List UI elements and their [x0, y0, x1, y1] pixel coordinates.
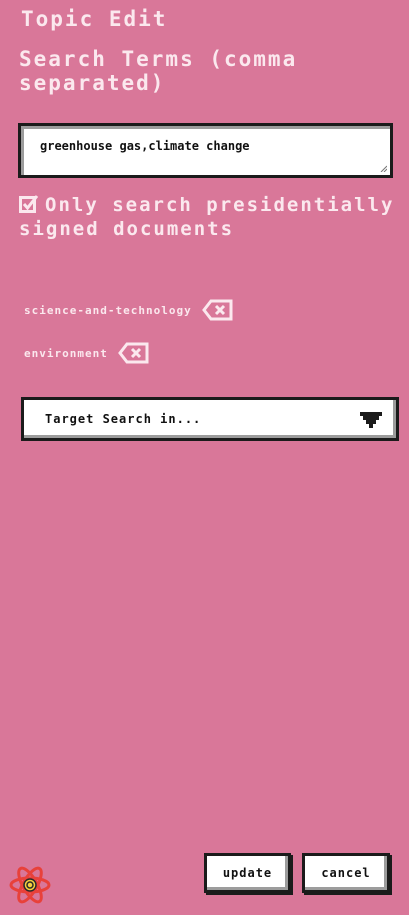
tag-environment: environment: [24, 340, 150, 366]
search-terms-label: Search Terms (comma separated): [19, 47, 298, 95]
target-search-select[interactable]: Target Search in...: [21, 397, 399, 441]
target-search-selected: Target Search in...: [45, 412, 202, 426]
tag-label: science-and-technology: [24, 303, 192, 317]
search-terms-input[interactable]: greenhouse gas,climate change: [21, 126, 390, 175]
search-terms-field-frame: greenhouse gas,climate change: [18, 123, 393, 178]
cancel-button[interactable]: cancel: [302, 853, 390, 893]
update-button[interactable]: update: [204, 853, 291, 893]
backspace-x-icon[interactable]: [117, 341, 150, 365]
page-title: Topic Edit: [21, 7, 168, 31]
presidential-filter-checkbox[interactable]: Only search presidentially signed docume…: [19, 193, 404, 241]
tag-label: environment: [24, 346, 108, 360]
backspace-x-icon[interactable]: [201, 298, 234, 322]
presidential-filter-label: Only search presidentially signed docume…: [19, 194, 395, 240]
tag-science-and-technology: science-and-technology: [24, 297, 234, 323]
atom-logo-icon: [9, 866, 51, 904]
triangle-down-icon: [360, 412, 382, 428]
resize-grip-icon[interactable]: [380, 165, 387, 172]
checkbox-checked-icon[interactable]: [19, 194, 39, 214]
